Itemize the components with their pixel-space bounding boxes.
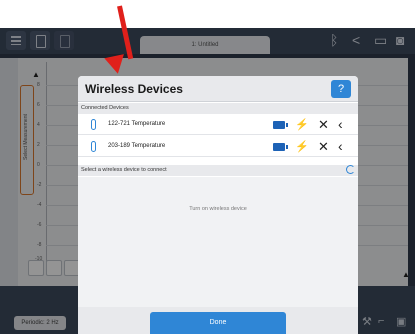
disconnect-icon[interactable]: ✕ bbox=[318, 139, 329, 155]
device-row[interactable]: 203-189 Temperature ⚡ ✕ ‹ bbox=[78, 137, 358, 157]
signal-icon[interactable]: ⚡ bbox=[295, 118, 309, 132]
temperature-probe-icon bbox=[91, 119, 96, 130]
device-list-empty bbox=[78, 177, 358, 307]
empty-message: Turn on wireless device bbox=[189, 206, 247, 212]
help-button[interactable]: ? bbox=[331, 80, 351, 98]
chevron-left-icon[interactable]: ‹ bbox=[338, 116, 343, 132]
dialog-title: Wireless Devices bbox=[85, 82, 183, 96]
select-device-label: Select a wireless device to connect bbox=[78, 165, 358, 176]
battery-icon bbox=[273, 143, 288, 151]
wireless-devices-dialog: Wireless Devices ? Connected Devices 122… bbox=[78, 76, 358, 334]
disconnect-icon[interactable]: ✕ bbox=[318, 117, 329, 133]
device-row[interactable]: 122-721 Temperature ⚡ ✕ ‹ bbox=[78, 115, 358, 135]
chevron-left-icon[interactable]: ‹ bbox=[338, 138, 343, 154]
done-button[interactable]: Done bbox=[150, 312, 286, 334]
app-screen: 1: Untitled ᛒ < ▭ ◙ 8 6 4 2 0 -2 -4 -6 -… bbox=[0, 0, 415, 334]
dialog-header: Wireless Devices ? bbox=[78, 76, 358, 102]
loading-spinner-icon bbox=[346, 165, 355, 174]
battery-icon bbox=[273, 121, 288, 129]
device-name: 203-189 Temperature bbox=[108, 143, 166, 149]
connected-devices-label: Connected Devices bbox=[78, 103, 358, 114]
temperature-probe-icon bbox=[91, 141, 96, 152]
device-name: 122-721 Temperature bbox=[108, 121, 166, 127]
signal-icon[interactable]: ⚡ bbox=[295, 140, 309, 154]
